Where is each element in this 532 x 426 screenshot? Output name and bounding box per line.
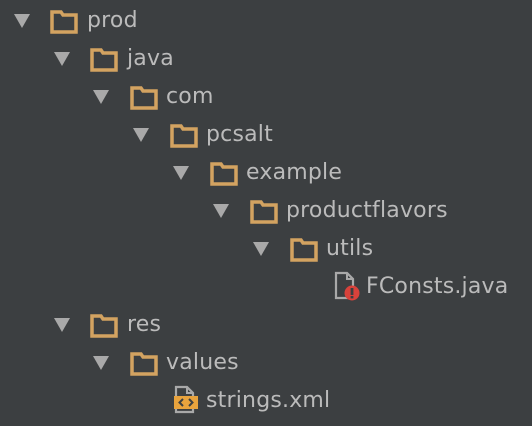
java-file-icon	[332, 271, 362, 301]
tree-label: utils	[326, 236, 374, 261]
folder-icon	[170, 122, 198, 148]
folder-icon	[130, 84, 158, 110]
tree-row-com[interactable]: com	[0, 78, 532, 116]
tree-row-prod[interactable]: prod	[0, 2, 532, 40]
tree-row-utils[interactable]: utils	[0, 230, 532, 268]
folder-icon	[50, 8, 78, 34]
folder-icon	[250, 198, 278, 224]
tree-label: productflavors	[286, 198, 448, 223]
tree-row-productflavors[interactable]: productflavors	[0, 192, 532, 230]
tree-row-fconsts-java[interactable]: FConsts.java	[0, 268, 532, 306]
tree-label: strings.xml	[206, 388, 331, 413]
tree-row-strings-xml[interactable]: strings.xml	[0, 382, 532, 420]
tree-label: com	[166, 84, 214, 109]
tree-row-example[interactable]: example	[0, 154, 532, 192]
tree-label: pcsalt	[206, 122, 273, 147]
tree-row-values[interactable]: values	[0, 344, 532, 382]
folder-icon	[130, 350, 158, 376]
folder-icon	[290, 236, 318, 262]
tree-label: FConsts.java	[366, 274, 509, 299]
tree-row-pcsalt[interactable]: pcsalt	[0, 116, 532, 154]
tree-label: prod	[87, 8, 138, 33]
tree-row-java[interactable]: java	[0, 40, 532, 78]
expand-arrow-icon[interactable]	[54, 52, 70, 66]
folder-icon	[90, 46, 118, 72]
expand-arrow-icon[interactable]	[173, 166, 189, 180]
expand-arrow-icon[interactable]	[93, 90, 109, 104]
folder-icon	[210, 160, 238, 186]
tree-label: example	[246, 160, 343, 185]
tree-row-res[interactable]: res	[0, 306, 532, 344]
expand-arrow-icon[interactable]	[253, 242, 269, 256]
expand-arrow-icon[interactable]	[54, 318, 70, 332]
tree-label: java	[127, 46, 174, 71]
project-tree: prod java com pcsalt example productflav…	[0, 0, 532, 426]
tree-label: res	[127, 312, 162, 337]
expand-arrow-icon[interactable]	[213, 204, 229, 218]
expand-arrow-icon[interactable]	[14, 14, 30, 28]
xml-file-icon	[172, 385, 202, 415]
folder-icon	[90, 312, 118, 338]
expand-arrow-icon[interactable]	[93, 356, 109, 370]
expand-arrow-icon[interactable]	[133, 128, 149, 142]
tree-label: values	[166, 350, 239, 375]
